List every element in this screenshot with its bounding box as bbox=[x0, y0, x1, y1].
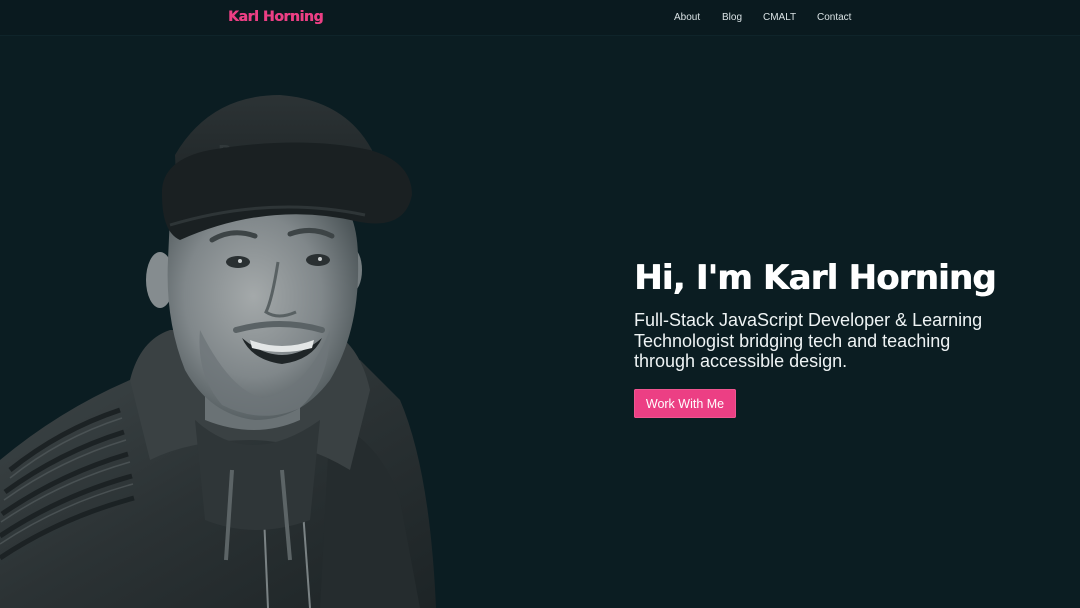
nav-cmalt-link[interactable]: CMALT bbox=[763, 12, 796, 23]
main-nav: About Blog CMALT Contact bbox=[0, 12, 1080, 26]
portrait-image: Boss bbox=[0, 90, 440, 608]
nav-about-link[interactable]: About bbox=[674, 12, 700, 23]
page: Karl Horning About Blog CMALT Contact Hi… bbox=[0, 0, 1080, 608]
site-header: Karl Horning About Blog CMALT Contact bbox=[0, 0, 1080, 36]
hero-title: Hi, I'm Karl Horning bbox=[634, 258, 997, 298]
nav-blog-link[interactable]: Blog bbox=[722, 12, 742, 23]
work-with-me-button[interactable]: Work With Me bbox=[634, 389, 736, 418]
nav-contact-link[interactable]: Contact bbox=[817, 12, 851, 23]
hero-subtitle: Full-Stack JavaScript Developer & Learni… bbox=[634, 310, 983, 371]
